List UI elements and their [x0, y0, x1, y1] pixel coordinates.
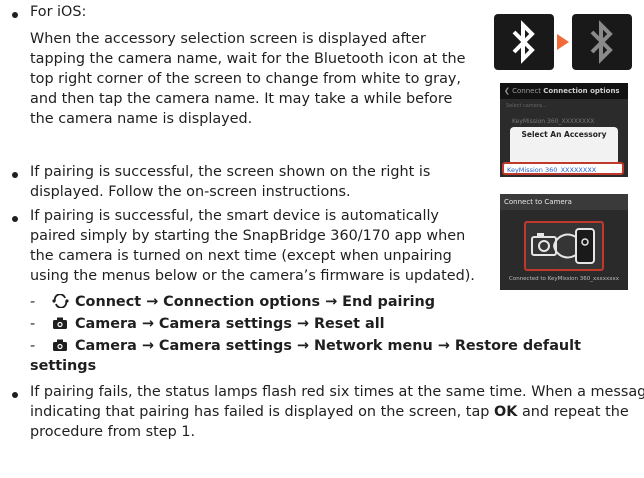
bluetooth-white-panel: [494, 14, 554, 70]
connected-status: Connected to KeyMission 360_xxxxxxxx: [508, 276, 620, 282]
bullet: [12, 392, 18, 398]
auto-pair-line-3: the camera is turned on next time (excep…: [30, 248, 452, 264]
bluetooth-icon: [590, 20, 613, 64]
menu-path-text: Camera → Camera settings → Reset all: [75, 316, 385, 332]
connect-icon: [52, 293, 69, 309]
pairing-success-line-2: displayed. Follow the on-screen instruct…: [30, 184, 351, 200]
bullet: [12, 216, 18, 222]
ios-line-4: and then tap the camera name. It may tak…: [30, 91, 453, 107]
faint-item: KeyMission 360_XXXXXXXX: [512, 118, 595, 125]
highlight-frame: [524, 221, 604, 271]
camera-icon: [53, 317, 67, 329]
pairing-fail-line-1: If pairing fails, the status lamps flash…: [30, 384, 644, 400]
ios-line-1: When the accessory selection screen is d…: [30, 31, 426, 47]
auto-pair-line-1: If pairing is successful, the smart devi…: [30, 208, 439, 224]
accessory-selection-screen: ❮ Connect Connection options Select came…: [500, 83, 628, 177]
accessory-item: KeyMission 360_XXXXXXXX: [502, 162, 624, 175]
pairing-fail-line-3: procedure from step 1.: [30, 424, 196, 440]
ios-line-2: tapping the camera name, wait for the Bl…: [30, 51, 466, 67]
chevron-left-icon: ❮: [504, 87, 513, 95]
bullet: [12, 172, 18, 178]
select-accessory-dialog: Select An Accessory: [510, 127, 618, 165]
ios-heading: For iOS:: [30, 4, 87, 20]
menu-path-end-pairing: - Connect → Connection options → End pai…: [30, 293, 436, 310]
dialog-title: Select An Accessory: [521, 130, 607, 139]
bluetooth-gray-panel: [572, 14, 632, 70]
bullet: [12, 12, 18, 18]
auto-pair-line-4: using the menus below or the camera’s fi…: [30, 268, 475, 284]
screen-header: Connect to Camera: [500, 194, 628, 210]
ios-line-3: top right corner of the screen to change…: [30, 71, 461, 87]
ok-label: OK: [493, 404, 518, 420]
pairing-success-line-1: If pairing is successful, the screen sho…: [30, 164, 431, 180]
arrow-right-icon: [557, 34, 569, 50]
menu-path-restore-default-cont: settings: [30, 358, 97, 374]
menu-path-text: Camera → Camera settings → Network menu …: [75, 338, 581, 354]
ios-line-5: the camera name is displayed.: [30, 111, 253, 127]
menu-path-reset-all: - Camera → Camera settings → Reset all: [30, 316, 385, 332]
screen-header: ❮ Connect Connection options: [500, 83, 628, 99]
camera-phone-illustration: [531, 228, 595, 264]
auto-pair-line-2: paired simply by starting the SnapBridge…: [30, 228, 466, 244]
camera-icon: [53, 339, 67, 351]
connect-to-camera-screen: Connect to Camera Connected to KeyMissio…: [500, 194, 628, 290]
menu-path-restore-default: - Camera → Camera settings → Network men…: [30, 338, 581, 354]
faint-label: Select camera...: [506, 103, 547, 109]
menu-path-text: Connect → Connection options → End pairi…: [75, 294, 436, 310]
pairing-fail-line-2: indicating that pairing has failed is di…: [30, 404, 629, 420]
bluetooth-icon: [512, 20, 535, 64]
